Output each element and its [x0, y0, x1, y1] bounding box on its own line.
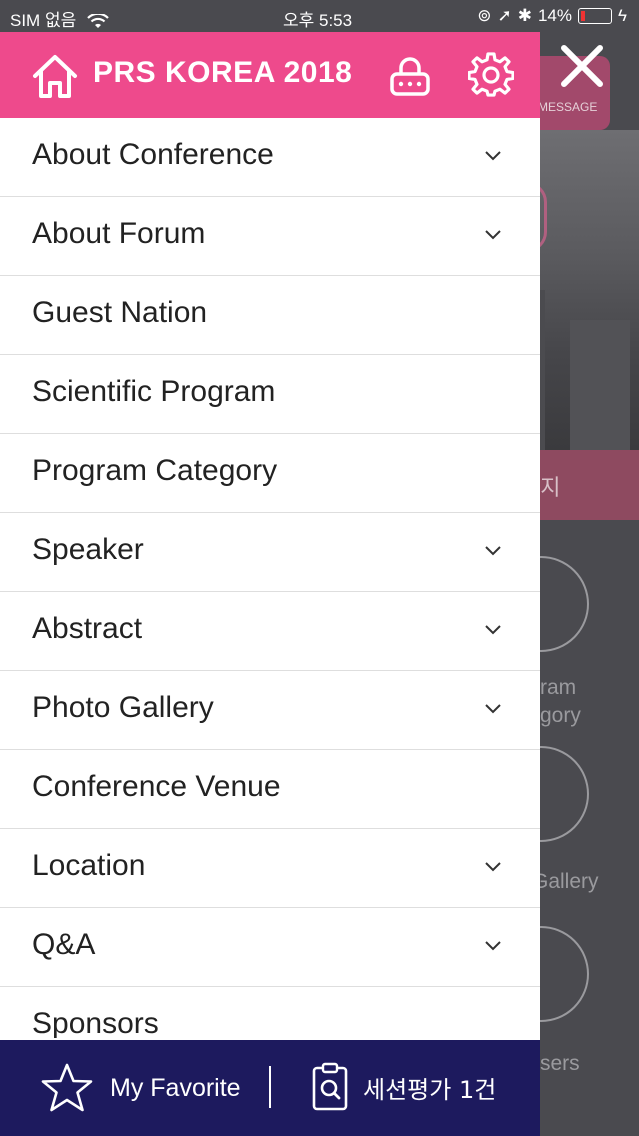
menu-item-label: Speaker: [32, 533, 144, 566]
menu-item-label: Scientific Program: [32, 375, 276, 408]
menu-item-label: Photo Gallery: [32, 691, 214, 724]
menu-item-about-conference[interactable]: About Conference: [0, 118, 540, 197]
session-evaluation-label: 세션평가 1건: [363, 1075, 497, 1104]
menu-item-qna[interactable]: Q&A: [0, 908, 540, 987]
navigation-drawer: PRS KOREA 2018 About Conference About Fo…: [0, 32, 540, 1136]
status-time: 오후 5:53: [283, 11, 353, 30]
bg-label-1: ram: [540, 676, 577, 699]
battery-icon: [578, 8, 612, 24]
menu-item-label: About Forum: [32, 217, 206, 250]
menu-item-label: Location: [32, 849, 146, 882]
charging-icon: ϟ: [618, 6, 627, 25]
menu-item-abstract[interactable]: Abstract: [0, 592, 540, 671]
menu-item-location[interactable]: Location: [0, 829, 540, 908]
drawer-menu: About Conference About Forum Guest Natio…: [0, 118, 540, 1038]
chevron-down-icon: [485, 230, 501, 240]
bluetooth-icon: ✱: [517, 6, 532, 25]
home-icon[interactable]: [30, 52, 80, 100]
drawer-bottom-bar: My Favorite 세션평가 1건: [0, 1040, 540, 1136]
chevron-down-icon: [485, 151, 501, 161]
status-carrier: SIM 없음: [10, 6, 109, 31]
menu-item-label: Q&A: [32, 928, 96, 961]
lock-icon[interactable]: [388, 54, 432, 98]
menu-item-speaker[interactable]: Speaker: [0, 513, 540, 592]
menu-item-photo-gallery[interactable]: Photo Gallery: [0, 671, 540, 750]
menu-item-scientific-program[interactable]: Scientific Program: [0, 355, 540, 434]
message-label: MESSAGE: [538, 100, 598, 114]
menu-item-label: Abstract: [32, 612, 143, 645]
carrier-text: SIM 없음: [10, 11, 77, 30]
menu-item-sponsors[interactable]: Sponsors: [0, 987, 540, 1038]
my-favorite-label: My Favorite: [110, 1073, 241, 1102]
menu-item-label: Conference Venue: [32, 770, 281, 803]
menu-item-about-forum[interactable]: About Forum: [0, 197, 540, 276]
chevron-down-icon: [485, 625, 501, 635]
chevron-down-icon: [485, 546, 501, 556]
menu-item-label: Program Category: [32, 454, 278, 487]
location-icon: ➚: [497, 6, 512, 25]
menu-item-guest-nation[interactable]: Guest Nation: [0, 276, 540, 355]
drawer-title: PRS KOREA 2018: [93, 56, 353, 89]
menu-item-label: Sponsors: [32, 1007, 159, 1038]
bottom-divider: [269, 1066, 271, 1108]
orientation-lock-icon: ⊚: [477, 6, 492, 25]
close-icon[interactable]: [558, 42, 606, 90]
my-favorite-button[interactable]: My Favorite: [40, 1062, 241, 1114]
gear-icon[interactable]: [468, 52, 514, 98]
status-bar: SIM 없음 오후 5:53 ⊚ ➚ ✱ 14% ϟ: [0, 0, 639, 32]
session-evaluation-button[interactable]: 세션평가 1건: [311, 1062, 496, 1112]
wifi-icon: [87, 12, 109, 28]
menu-item-label: Guest Nation: [32, 296, 208, 329]
chevron-down-icon: [485, 941, 501, 951]
status-right: ⊚ ➚ ✱ 14% ϟ: [477, 6, 627, 26]
menu-item-conference-venue[interactable]: Conference Venue: [0, 750, 540, 829]
drawer-header: PRS KOREA 2018: [0, 32, 540, 118]
bg-label-4: sers: [540, 1052, 580, 1075]
battery-percent: 14%: [537, 6, 572, 25]
star-icon: [41, 1063, 93, 1112]
chevron-down-icon: [485, 862, 501, 872]
menu-item-label: About Conference: [32, 138, 274, 171]
bg-label-2: gory: [540, 704, 581, 727]
clipboard-search-icon: [312, 1062, 348, 1111]
bg-label-3: Gallery: [532, 870, 599, 893]
chevron-down-icon: [485, 704, 501, 714]
menu-item-program-category[interactable]: Program Category: [0, 434, 540, 513]
